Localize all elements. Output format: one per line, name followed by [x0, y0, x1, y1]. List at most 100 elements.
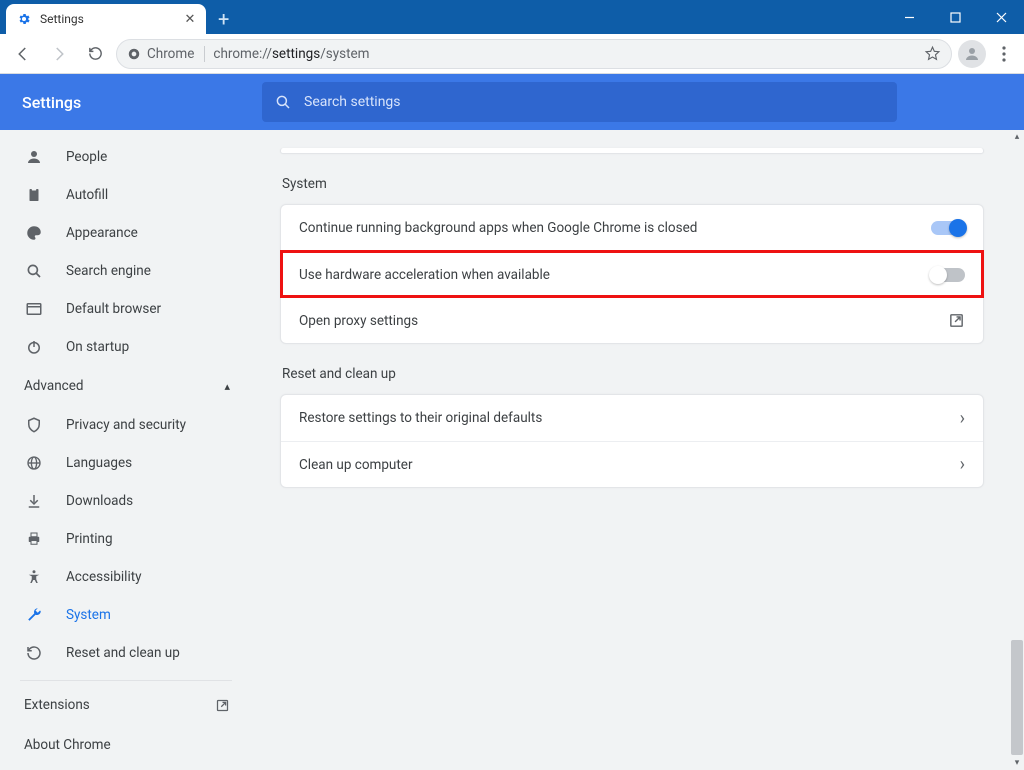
chevron-up-icon: ▴ — [224, 380, 230, 393]
window-controls — [886, 0, 1024, 34]
search-icon — [24, 262, 44, 280]
section-title-reset: Reset and clean up — [282, 366, 984, 382]
sidebar-item-search-engine[interactable]: Search engine — [0, 252, 250, 290]
sidebar-item-label: Privacy and security — [66, 417, 186, 433]
sidebar-item-label: Printing — [66, 531, 113, 547]
row-label: Open proxy settings — [299, 313, 418, 329]
sidebar-item-about[interactable]: About Chrome — [0, 725, 250, 765]
main-panel: System Continue running background apps … — [250, 130, 1024, 770]
browser-toolbar: Chrome chrome://settings/system — [0, 34, 1024, 74]
person-icon — [24, 148, 44, 166]
row-label: Use hardware acceleration when available — [299, 267, 550, 283]
sidebar-item-label: Downloads — [66, 493, 133, 509]
toggle-background-apps[interactable] — [931, 221, 965, 235]
chevron-right-icon — [960, 454, 965, 475]
new-tab-button[interactable]: + — [206, 4, 241, 34]
reload-button[interactable] — [80, 39, 110, 69]
printer-icon — [24, 530, 44, 548]
wrench-icon — [24, 606, 44, 624]
sidebar-item-reset[interactable]: Reset and clean up — [0, 634, 250, 672]
sidebar-item-label: Default browser — [66, 301, 161, 317]
browser-icon — [24, 300, 44, 318]
power-icon — [24, 338, 44, 356]
globe-icon — [24, 454, 44, 472]
sidebar-advanced-label: Advanced — [24, 378, 84, 394]
card-reset: Restore settings to their original defau… — [280, 394, 984, 488]
external-link-icon — [215, 698, 230, 713]
site-chip: Chrome — [127, 46, 205, 62]
window-close-button[interactable] — [978, 0, 1024, 34]
row-label: Restore settings to their original defau… — [299, 410, 542, 426]
prev-card-clip — [280, 148, 984, 154]
maximize-button[interactable] — [932, 0, 978, 34]
vertical-scrollbar[interactable]: ▴ ▾ — [1010, 130, 1024, 770]
clipboard-icon — [24, 186, 44, 204]
scroll-up-arrow-icon[interactable]: ▴ — [1010, 130, 1024, 144]
sidebar-item-on-startup[interactable]: On startup — [0, 328, 250, 366]
sidebar-item-label: Autofill — [66, 187, 108, 203]
external-link-icon — [948, 312, 965, 329]
page-title: Settings — [22, 93, 262, 112]
sidebar-item-people[interactable]: People — [0, 138, 250, 176]
sidebar-advanced-toggle[interactable]: Advanced ▴ — [0, 366, 250, 406]
palette-icon — [24, 224, 44, 242]
row-background-apps[interactable]: Continue running background apps when Go… — [281, 205, 983, 251]
divider — [20, 680, 232, 681]
url-text: chrome://settings/system — [213, 46, 369, 62]
sidebar-item-appearance[interactable]: Appearance — [0, 214, 250, 252]
tab-strip: Settings ✕ + — [0, 0, 241, 34]
sidebar-item-extensions[interactable]: Extensions — [0, 685, 250, 725]
window-titlebar: Settings ✕ + — [0, 0, 1024, 34]
sidebar-item-label: Accessibility — [66, 569, 142, 585]
browser-tab-settings[interactable]: Settings ✕ — [6, 4, 206, 34]
sidebar-item-label: People — [66, 149, 107, 165]
card-system: Continue running background apps when Go… — [280, 204, 984, 344]
sidebar-item-languages[interactable]: Languages — [0, 444, 250, 482]
scroll-down-arrow-icon[interactable]: ▾ — [1010, 756, 1024, 770]
sidebar-item-printing[interactable]: Printing — [0, 520, 250, 558]
accessibility-icon — [24, 568, 44, 586]
settings-search-input[interactable] — [304, 94, 885, 110]
shield-icon — [24, 416, 44, 434]
scrollbar-thumb[interactable] — [1011, 640, 1023, 755]
minimize-button[interactable] — [886, 0, 932, 34]
sidebar-item-accessibility[interactable]: Accessibility — [0, 558, 250, 596]
sidebar-item-label: About Chrome — [24, 737, 111, 753]
sidebar-item-default-browser[interactable]: Default browser — [0, 290, 250, 328]
settings-search[interactable] — [262, 82, 897, 122]
row-label: Clean up computer — [299, 457, 413, 473]
profile-avatar-button[interactable] — [958, 40, 986, 68]
search-icon — [274, 93, 292, 111]
forward-button[interactable] — [44, 39, 74, 69]
row-clean-up-computer[interactable]: Clean up computer — [281, 441, 983, 487]
sidebar: People Autofill Appearance Search engine… — [0, 130, 250, 770]
row-proxy-settings[interactable]: Open proxy settings — [281, 297, 983, 343]
kebab-menu-button[interactable] — [992, 46, 1016, 62]
sidebar-item-downloads[interactable]: Downloads — [0, 482, 250, 520]
close-icon[interactable]: ✕ — [182, 12, 198, 27]
sidebar-item-label: Appearance — [66, 225, 138, 241]
chevron-right-icon — [960, 408, 965, 429]
restore-icon — [24, 644, 44, 662]
download-icon — [24, 492, 44, 510]
sidebar-item-label: Search engine — [66, 263, 151, 279]
row-restore-defaults[interactable]: Restore settings to their original defau… — [281, 395, 983, 441]
sidebar-item-privacy[interactable]: Privacy and security — [0, 406, 250, 444]
sidebar-item-label: Languages — [66, 455, 132, 471]
row-hardware-acceleration[interactable]: Use hardware acceleration when available — [281, 251, 983, 297]
sidebar-item-label: Reset and clean up — [66, 645, 180, 661]
sidebar-item-system[interactable]: System — [0, 596, 250, 634]
bookmark-star-icon[interactable] — [924, 45, 941, 62]
toggle-hardware-acceleration[interactable] — [931, 268, 965, 282]
row-label: Continue running background apps when Go… — [299, 220, 697, 236]
sidebar-item-label: Extensions — [24, 697, 90, 713]
sidebar-item-label: On startup — [66, 339, 129, 355]
tab-title: Settings — [40, 12, 182, 26]
section-title-system: System — [282, 176, 984, 192]
back-button[interactable] — [8, 39, 38, 69]
settings-header: Settings — [0, 74, 1024, 130]
address-bar[interactable]: Chrome chrome://settings/system — [116, 39, 952, 69]
site-chip-label: Chrome — [147, 46, 194, 62]
sidebar-item-autofill[interactable]: Autofill — [0, 176, 250, 214]
sidebar-item-label: System — [66, 607, 111, 623]
